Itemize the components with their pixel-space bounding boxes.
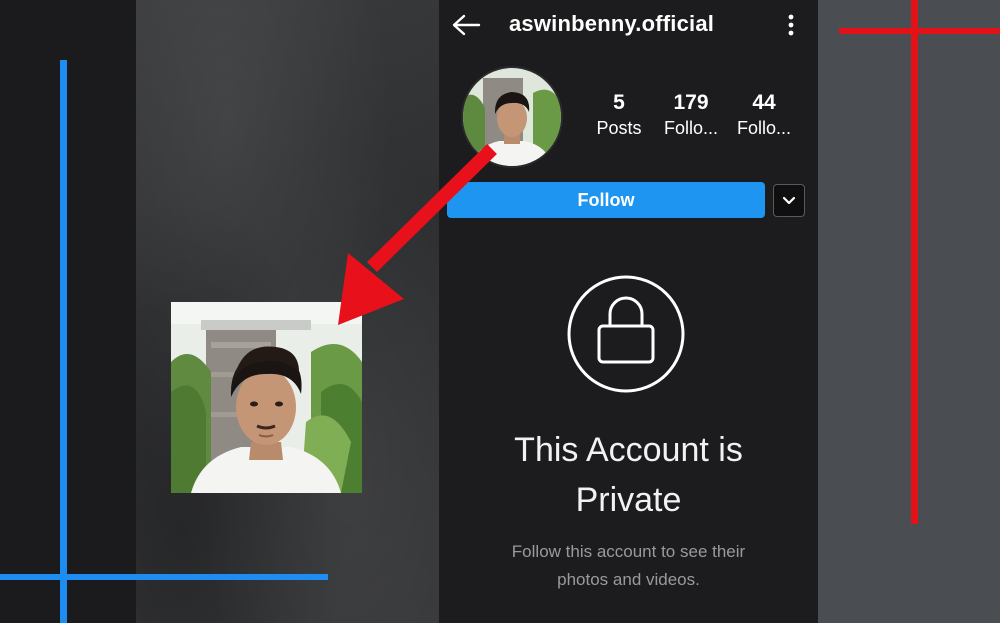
- private-subtitle-line-1: Follow this account to see their: [511, 542, 746, 561]
- chevron-down-icon: [782, 196, 796, 204]
- posts-label: Posts: [596, 118, 642, 138]
- follow-button[interactable]: Follow: [447, 182, 765, 218]
- posts-count: 5: [613, 91, 625, 114]
- followers-label: Follo...: [663, 118, 719, 138]
- private-subtitle-line-2: photos and videos.: [557, 570, 700, 589]
- top-bar: aswinbenny.official: [439, 0, 818, 52]
- right-background-panel: [818, 0, 1000, 623]
- private-account-title: This Account is Private: [439, 425, 818, 525]
- followers-count: 179: [673, 91, 709, 114]
- red-horizontal-line: [839, 28, 1000, 34]
- private-title-line-2: Private: [575, 481, 682, 519]
- lock-icon-circle: [566, 274, 686, 394]
- following-stat[interactable]: 44 Follo...: [735, 90, 793, 140]
- vertical-dots-icon: [788, 14, 794, 36]
- profile-avatar[interactable]: [461, 66, 563, 168]
- followers-stat[interactable]: 179 Follo...: [663, 90, 719, 140]
- profile-username: aswinbenny.official: [509, 11, 715, 36]
- left-arrow-icon: [452, 14, 481, 36]
- posts-stat[interactable]: 5 Posts: [596, 90, 642, 140]
- enlarged-profile-photo: [171, 302, 362, 493]
- blue-horizontal-line: [0, 574, 328, 580]
- private-account-subtitle: Follow this account to see their photos …: [479, 538, 778, 594]
- red-vertical-line: [911, 0, 918, 524]
- following-label: Follo...: [736, 118, 792, 138]
- instagram-profile-screen: aswinbenny.official 5 Posts 179 Follo...: [439, 0, 818, 623]
- private-title-line-1: This Account is: [514, 431, 743, 469]
- left-background-strip: [0, 0, 136, 623]
- padlock-icon: [567, 275, 685, 393]
- suggested-accounts-dropdown[interactable]: [773, 184, 805, 217]
- blue-vertical-line: [60, 60, 67, 623]
- back-button[interactable]: [449, 10, 485, 40]
- following-count: 44: [752, 91, 776, 114]
- more-options-button[interactable]: [781, 12, 801, 38]
